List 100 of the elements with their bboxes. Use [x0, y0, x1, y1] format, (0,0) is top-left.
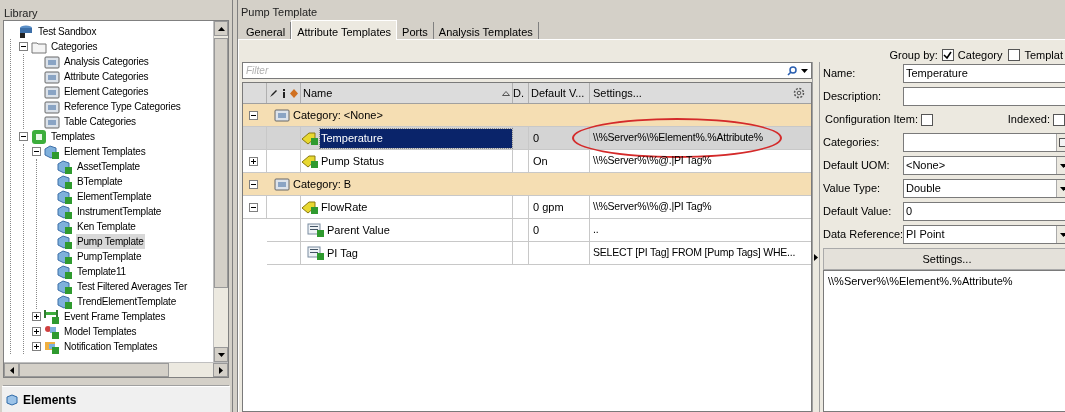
checkbox[interactable] — [920, 113, 933, 126]
table-cell[interactable]: Parent Value — [326, 220, 512, 240]
category-row[interactable]: Category: B — [243, 173, 811, 196]
expand-icon[interactable] — [32, 342, 41, 351]
settings-button[interactable]: Settings... — [823, 248, 1065, 270]
expand-icon[interactable] — [249, 156, 258, 166]
tree-item[interactable]: Templates — [50, 129, 96, 144]
tree-item[interactable]: Table Categories — [63, 114, 137, 129]
field-label: Configuration Item: — [824, 112, 918, 128]
template-icon — [57, 264, 73, 279]
tree-item[interactable]: Analysis Categories — [63, 54, 150, 69]
category-icon — [274, 108, 290, 122]
tree-item[interactable]: Test Filtered Averages Ter — [76, 279, 189, 294]
info-icon — [281, 88, 287, 98]
collapse-icon[interactable] — [19, 42, 28, 51]
tree-item[interactable]: Element Templates — [63, 144, 147, 159]
search-icon[interactable] — [787, 65, 797, 76]
tree-item[interactable]: InstrumentTemplate — [76, 204, 163, 219]
checkbox[interactable] — [1008, 49, 1021, 61]
tag-icon — [301, 200, 319, 214]
cube-icon — [6, 393, 18, 406]
tree-item[interactable]: TrendElementTemplate — [76, 294, 177, 309]
settings-icon[interactable] — [793, 87, 805, 99]
checkbox-label[interactable]: Templat — [1024, 46, 1063, 64]
tree-item[interactable]: Reference Type Categories — [63, 99, 182, 114]
column-header[interactable]: Settings... — [593, 84, 642, 102]
filter-field[interactable]: Filter — [243, 63, 787, 78]
input-field[interactable] — [903, 87, 1065, 106]
field-label: Default Value: — [823, 204, 893, 220]
checkbox-label[interactable]: Category — [957, 46, 1003, 64]
database-icon — [18, 24, 34, 39]
table-cell[interactable]: PI Tag — [326, 243, 512, 263]
tab[interactable]: Attribute Templates — [291, 20, 398, 40]
tag-icon — [301, 131, 319, 145]
table-cell[interactable]: Temperature — [320, 128, 512, 148]
tab[interactable]: Analysis Templates — [433, 22, 539, 39]
dropdown-field[interactable]: Double — [903, 179, 1065, 198]
table-cell[interactable]: FlowRate — [320, 197, 512, 217]
tab[interactable]: Ports — [397, 22, 434, 39]
expand-icon[interactable] — [32, 312, 41, 321]
input-field[interactable]: 0 — [903, 202, 1065, 221]
tree-item[interactable]: Notification Templates — [63, 339, 159, 354]
horizontal-scrollbar[interactable] — [4, 362, 228, 377]
pencil-icon — [270, 89, 278, 97]
template-icon — [57, 279, 73, 294]
folder-icon — [31, 39, 47, 54]
input-field[interactable] — [903, 133, 1065, 152]
tree-item[interactable]: Test Sandbox — [37, 24, 98, 39]
scroll-thumb[interactable] — [214, 38, 228, 288]
collapse-icon[interactable] — [19, 132, 28, 141]
table-cell: SELECT [PI Tag] FROM [Pump Tags] WHE... — [593, 245, 796, 261]
scroll-thumb[interactable] — [19, 363, 169, 377]
list-icon — [307, 223, 325, 237]
table-cell[interactable]: Pump Status — [320, 151, 512, 171]
diamond-icon — [290, 88, 298, 98]
template-icon — [57, 294, 73, 309]
tree-item[interactable]: Attribute Categories — [63, 69, 150, 84]
collapse-icon[interactable] — [249, 179, 258, 189]
table-cell: \\%Server%\%@.|PI Tag% — [593, 199, 712, 215]
settings-text-area[interactable]: \\%Server%\%Element%.%Attribute% — [823, 270, 1065, 412]
tree-item[interactable]: Categories — [50, 39, 99, 54]
tree-item[interactable]: Element Categories — [63, 84, 150, 99]
scroll-left-button[interactable] — [4, 363, 19, 377]
collapse-icon[interactable] — [32, 147, 41, 156]
tree-item[interactable]: BTemplate — [76, 174, 124, 189]
column-header[interactable]: Default V... — [529, 83, 590, 103]
tree-item[interactable]: Event Frame Templates — [63, 309, 167, 324]
collapse-icon[interactable] — [249, 110, 258, 120]
template-icon — [57, 234, 73, 249]
template-icon — [57, 174, 73, 189]
column-header[interactable]: D. — [513, 83, 529, 103]
dropdown-icon[interactable] — [801, 68, 808, 73]
filter-bar[interactable]: Filter — [242, 62, 812, 79]
up-arrow-icon — [217, 26, 225, 31]
panel-title: Library — [3, 6, 39, 20]
scroll-down-button[interactable] — [214, 347, 228, 362]
checkbox[interactable] — [1053, 113, 1065, 126]
category-icon — [44, 114, 60, 129]
category-icon — [44, 99, 60, 114]
tree-item[interactable]: PumpTemplate — [76, 249, 143, 264]
navigation-tab[interactable]: Elements — [2, 386, 230, 412]
category-row[interactable]: Category: <None> — [243, 104, 811, 127]
collapse-icon[interactable] — [249, 202, 258, 212]
scroll-right-button[interactable] — [213, 363, 228, 377]
expand-icon[interactable] — [32, 327, 41, 336]
model-icon — [44, 324, 60, 339]
dropdown-field[interactable]: <None> — [903, 156, 1065, 175]
vertical-scrollbar[interactable] — [213, 21, 228, 362]
tree-item[interactable]: Template11 — [76, 264, 127, 279]
input-field[interactable]: Temperature — [903, 64, 1065, 83]
checkbox[interactable] — [941, 49, 954, 61]
dropdown-field[interactable]: PI Point — [903, 225, 1065, 244]
tree-item[interactable]: ElementTemplate — [76, 189, 153, 204]
scroll-up-button[interactable] — [214, 21, 228, 36]
collapse-arrow-icon[interactable] — [814, 253, 818, 261]
tree-item[interactable]: Ken Template — [76, 219, 137, 234]
tree-item[interactable]: Pump Template — [76, 234, 145, 249]
column-header[interactable]: Name — [303, 84, 333, 102]
tree-item[interactable]: Model Templates — [63, 324, 138, 339]
tree-item[interactable]: AssetTemplate — [76, 159, 141, 174]
